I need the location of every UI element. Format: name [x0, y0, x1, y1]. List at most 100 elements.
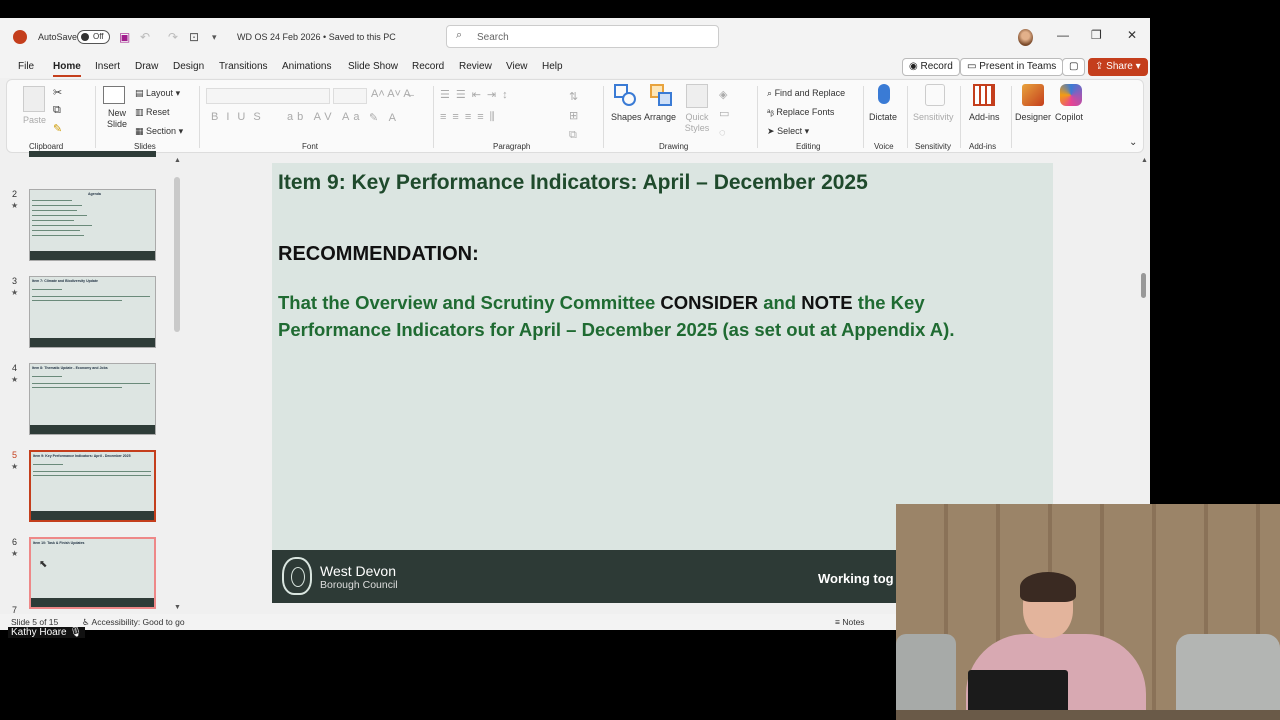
video-chair [896, 634, 956, 720]
customize-toolbar-icon[interactable]: ▾ [212, 32, 217, 43]
tab-transitions[interactable]: Transitions [219, 61, 268, 72]
scroll-up-icon[interactable]: ▲ [1141, 157, 1148, 164]
list-icons[interactable]: ☰☰⇤⇥↕ [440, 88, 514, 101]
recommendation-text[interactable]: That the Overview and Scrutiny Committee… [278, 289, 1038, 343]
section-button[interactable]: ▦ Section ▾ [135, 126, 183, 137]
find-replace-button[interactable]: ⌕ Find and Replace [767, 88, 845, 99]
arrange-icon[interactable] [650, 84, 674, 108]
designer-label[interactable]: Designer [1015, 112, 1051, 122]
notes-button[interactable]: ≡ Notes [835, 617, 865, 627]
thumbnail-slide-3[interactable]: Item 7: Climate and Biodiversity Update [29, 276, 156, 348]
thumb-line [32, 225, 92, 226]
thumb-line [32, 289, 62, 290]
quick-styles-icon[interactable] [686, 84, 708, 108]
animation-star-icon: ★ [11, 201, 19, 210]
tab-slide-show[interactable]: Slide Show [348, 61, 398, 72]
scroll-up-icon[interactable]: ▲ [174, 157, 181, 164]
minimize-icon[interactable]: — [1057, 28, 1069, 42]
autosave-label: AutoSave [38, 32, 78, 42]
close-icon[interactable]: ✕ [1127, 28, 1137, 42]
autosave-toggle[interactable]: Off [77, 30, 110, 44]
document-title[interactable]: WD OS 24 Feb 2026 • Saved to this PC [237, 32, 396, 42]
paste-icon[interactable] [23, 86, 45, 112]
tab-file[interactable]: File [18, 61, 34, 72]
thumb-footer [30, 338, 155, 347]
font-color-icons[interactable]: ✎ A [369, 111, 400, 124]
recommendation-heading[interactable]: RECOMMENDATION: [278, 243, 479, 266]
replace-fonts-button[interactable]: ᵃᵦ Replace Fonts [767, 107, 834, 117]
cut-icon[interactable]: ✂ [53, 86, 62, 99]
font-effects-icons[interactable]: ab AV Aa [287, 111, 363, 123]
editor-scrollbar[interactable] [1141, 273, 1146, 298]
undo-icon[interactable]: ↶ [140, 30, 150, 44]
font-size-select[interactable] [333, 88, 367, 104]
tab-animations[interactable]: Animations [282, 61, 331, 72]
scroll-down-icon[interactable]: ▼ [174, 604, 181, 611]
add-ins-label[interactable]: Add-ins [969, 112, 1000, 122]
shapes-icon[interactable] [614, 84, 638, 108]
thumbnail-slide-4[interactable]: Item 8: Thematic Update - Economy and Jo… [29, 363, 156, 435]
record-button[interactable]: ◉ Record [902, 58, 960, 76]
tab-insert[interactable]: Insert [95, 61, 120, 72]
collapse-ribbon-icon[interactable]: ⌄ [1129, 137, 1137, 148]
new-slide-icon[interactable] [103, 86, 125, 104]
present-from-start-icon[interactable]: ⊡ [189, 30, 199, 44]
select-button[interactable]: ➤ Select ▾ [767, 126, 809, 137]
redo-icon[interactable]: ↷ [168, 30, 178, 44]
microphone-muted-icon: 🎙 [69, 627, 83, 638]
shapes-label[interactable]: Shapes [611, 112, 642, 122]
text-direction-icons[interactable]: ⇅ ⊞ ⧉ [569, 88, 578, 145]
reset-button[interactable]: ▥ Reset [135, 107, 170, 118]
tab-draw[interactable]: Draw [135, 61, 158, 72]
add-ins-icon[interactable] [973, 84, 995, 106]
tab-design[interactable]: Design [173, 61, 204, 72]
dictate-label[interactable]: Dictate [869, 112, 897, 122]
quick-styles-label[interactable]: Quick Styles [679, 112, 715, 134]
copilot-label[interactable]: Copilot [1055, 112, 1083, 122]
layout-button[interactable]: ▤ Layout ▾ [135, 88, 180, 99]
thumb-line [32, 205, 82, 206]
thumb-line [33, 464, 63, 465]
teams-icon: ▭ [967, 61, 977, 72]
share-button[interactable]: ⇪ Share ▾ [1088, 58, 1148, 76]
designer-icon[interactable] [1022, 84, 1044, 106]
thumbnail-partial[interactable] [29, 151, 156, 157]
user-avatar[interactable] [1018, 29, 1033, 46]
sensitivity-icon[interactable] [925, 84, 945, 106]
comments-button[interactable]: ▢ [1062, 58, 1086, 76]
thumbnail-slide-2[interactable]: Agenda [29, 189, 156, 261]
font-size-tools-icon[interactable]: A˄ A˅ A̶ [371, 88, 411, 100]
org-name: West Devon [320, 563, 396, 579]
clipboard-group-label: Clipboard [29, 142, 64, 151]
microphone-icon[interactable] [878, 84, 890, 104]
copy-icon[interactable]: ⧉ [53, 104, 61, 117]
sensitivity-label[interactable]: Sensitivity [913, 112, 954, 122]
thumbnail-slide-5[interactable]: Item 9: Key Performance Indicators: Apri… [29, 450, 156, 522]
new-slide-label[interactable]: New Slide [99, 108, 135, 130]
font-name-select[interactable] [206, 88, 330, 104]
accessibility-status[interactable]: ♿ Accessibility: Good to go [82, 617, 185, 628]
tab-review[interactable]: Review [459, 61, 492, 72]
tab-record[interactable]: Record [412, 61, 444, 72]
slide-title[interactable]: Item 9: Key Performance Indicators: Apri… [278, 171, 868, 195]
reset-label: Reset [146, 107, 170, 117]
search-input[interactable]: ⌕ Search [446, 25, 719, 48]
thumbnail-slide-6[interactable]: Item 10: Task & Finish Updates [29, 537, 156, 609]
tab-home[interactable]: Home [53, 61, 81, 77]
thumbnails-scrollbar[interactable] [174, 177, 180, 332]
arrange-label[interactable]: Arrange [644, 112, 676, 122]
restore-icon[interactable]: ❐ [1091, 28, 1102, 42]
tab-view[interactable]: View [506, 61, 528, 72]
align-icons[interactable]: ≡≡≡≡⫼ [440, 111, 501, 124]
copilot-icon[interactable] [1060, 84, 1082, 106]
drawing-group-label: Drawing [659, 142, 689, 151]
font-format-icons[interactable]: BIUS [211, 111, 269, 123]
animation-star-icon: ★ [11, 375, 19, 384]
format-painter-icon[interactable]: ✎ [53, 122, 62, 135]
save-icon[interactable]: ▣ [119, 30, 130, 44]
present-in-teams-button[interactable]: ▭ Present in Teams [960, 58, 1064, 76]
shape-format-icons[interactable]: ◈ ▭ ◌ [719, 86, 729, 143]
tab-help[interactable]: Help [542, 61, 563, 72]
thumb-line [32, 200, 72, 201]
paste-label[interactable]: Paste [23, 115, 46, 125]
